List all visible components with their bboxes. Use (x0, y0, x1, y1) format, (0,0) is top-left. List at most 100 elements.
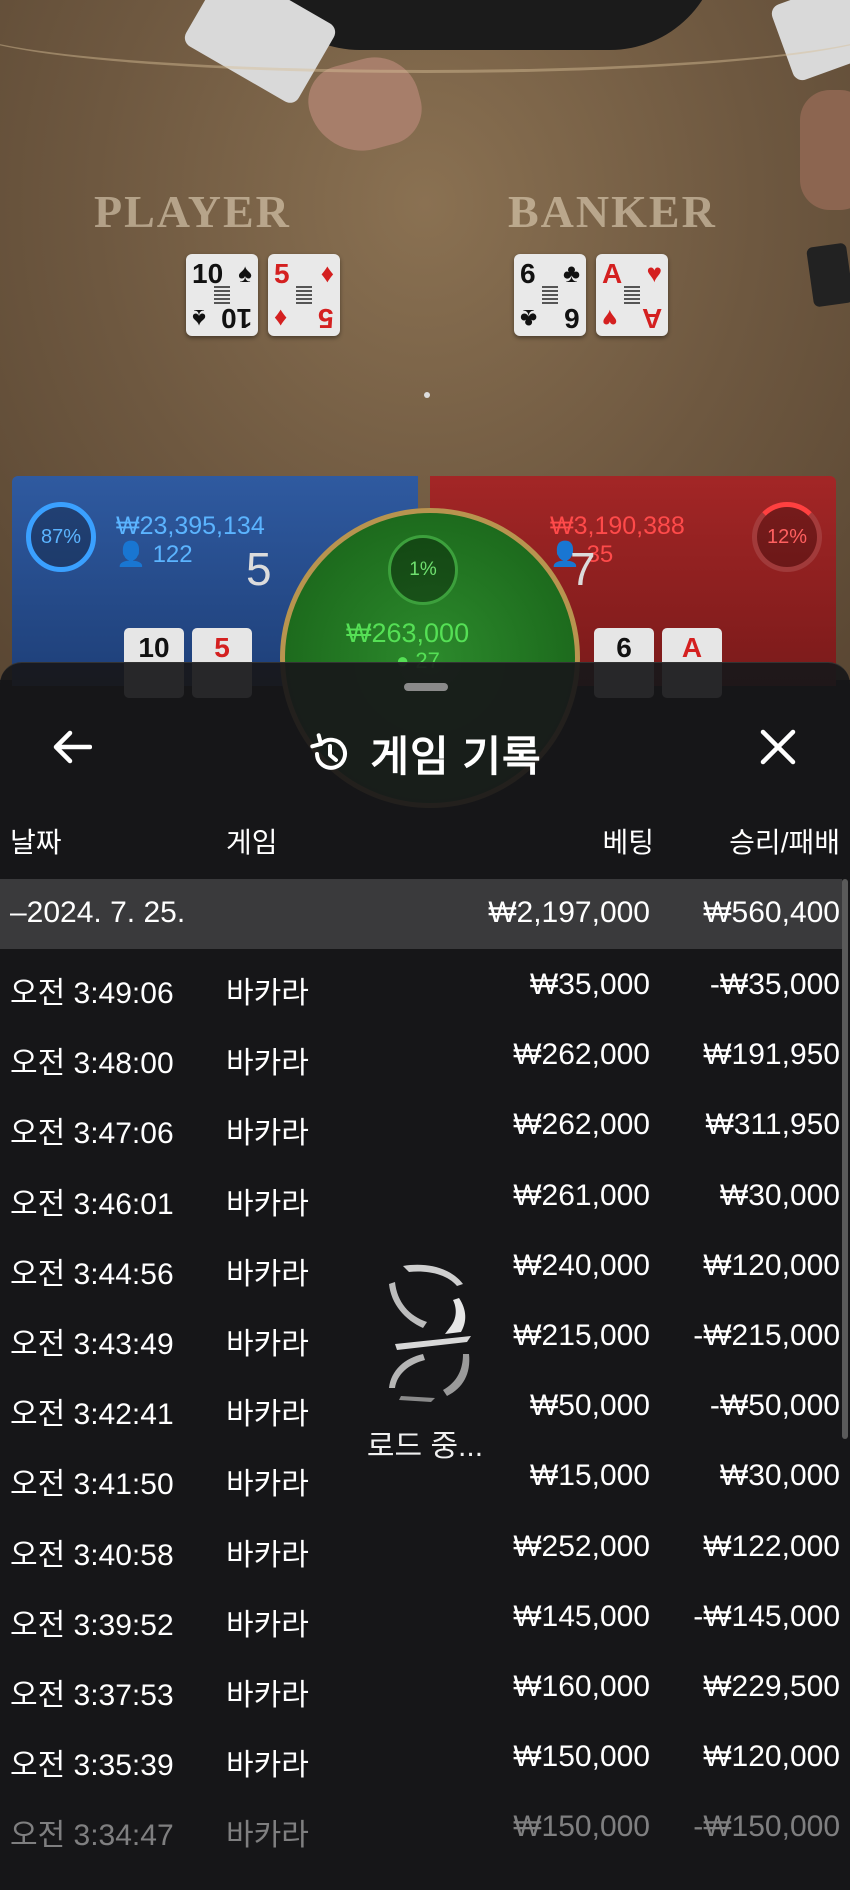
player-card: 10 ♠ 10 ♠ (186, 254, 258, 336)
table-row[interactable]: 오전 3:48:00 바카라 ₩262,000 ₩191,950 (0, 1019, 842, 1089)
row-game: 바카라 (226, 1538, 309, 1572)
card-pattern (624, 286, 640, 304)
row-game: 바카라 (226, 1327, 309, 1361)
table-row[interactable]: 오전 3:35:39 바카라 ₩150,000 ₩120,000 (0, 1721, 842, 1791)
column-header-game: 게임 (226, 827, 278, 858)
row-game: 바카라 (226, 1468, 309, 1502)
banker-card: A ♥ A ♥ (596, 254, 668, 336)
row-win-loss: ₩311,950 (705, 1108, 840, 1142)
row-game: 바카라 (226, 977, 309, 1010)
row-win-loss: ₩191,950 (703, 1038, 840, 1072)
card-rank: 6 (520, 258, 536, 289)
player-total-bet: ₩23,395,134 (116, 512, 265, 540)
column-header-win-loss: 승리/패배 (729, 827, 840, 858)
banker-label: BANKER (508, 186, 717, 237)
row-time: 오전 3:39:52 (10, 1608, 174, 1642)
row-bet: ₩240,000 (513, 1248, 650, 1282)
sheet-header: 게임 기록 (0, 723, 850, 784)
row-bet: ₩35,000 (529, 968, 650, 1001)
row-time: 오전 3:40:58 (10, 1538, 174, 1572)
loading-text: 로드 중... (366, 1430, 484, 1463)
row-win-loss: ₩122,000 (703, 1529, 840, 1563)
player-bettor-count: 👤 122 (116, 540, 193, 569)
table-row[interactable]: 오전 3:39:52 바카라 ₩145,000 -₩145,000 (0, 1581, 842, 1651)
row-time: 오전 3:43:49 (10, 1327, 174, 1361)
diamond-icon: ♦ (320, 258, 334, 288)
row-bet: ₩261,000 (513, 1178, 650, 1212)
date-group-row[interactable]: –2024. 7. 25. ₩2,197,000 ₩560,400 (0, 879, 842, 949)
card-rank: 5 (274, 258, 290, 289)
loading-spinner-icon (389, 1264, 471, 1402)
row-win-loss: ₩30,000 (719, 1178, 840, 1212)
column-header-date: 날짜 (10, 827, 62, 858)
table-rim (0, 0, 850, 73)
row-bet: ₩50,000 (529, 1389, 650, 1423)
row-win-loss: ₩30,000 (719, 1459, 840, 1493)
row-game: 바카라 (226, 1187, 309, 1221)
row-time: 오전 3:37:53 (10, 1678, 174, 1712)
row-bet: ₩15,000 (529, 1459, 650, 1493)
player-percent: 87% (40, 525, 82, 548)
row-bet: ₩145,000 (513, 1599, 650, 1633)
table-row[interactable]: 오전 3:34:47 바카라 ₩150,000 -₩150,000 (0, 1791, 842, 1861)
row-time: 오전 3:35:39 (10, 1749, 174, 1783)
history-icon (310, 732, 348, 770)
player-percent-ring: 87% (26, 502, 96, 572)
row-game: 바카라 (226, 1398, 309, 1432)
close-icon (760, 729, 796, 765)
banker-total-bet: ₩3,190,388 (550, 512, 685, 540)
row-bet: ₩252,000 (513, 1529, 650, 1563)
card-shoe (806, 242, 850, 308)
banker-score: 7 (570, 543, 596, 595)
row-bet: ₩215,000 (513, 1318, 650, 1352)
date-group-label: –2024. 7. 25. (10, 896, 186, 929)
row-game: 바카라 (226, 1047, 309, 1081)
row-bet: ₩262,000 (513, 1038, 650, 1072)
row-win-loss: -₩215,000 (693, 1318, 840, 1352)
row-game: 바카라 (226, 1117, 309, 1151)
club-icon: ♣ (520, 304, 538, 334)
table-row[interactable]: 오전 3:37:53 바카라 ₩160,000 ₩229,500 (0, 1651, 842, 1721)
heart-icon: ♥ (602, 304, 618, 334)
card-pattern (542, 286, 558, 304)
page-title: 게임 기록 (370, 733, 542, 780)
row-win-loss: -₩35,000 (709, 968, 840, 1001)
row-time: 오전 3:42:41 (10, 1398, 174, 1432)
player-label: PLAYER (94, 186, 291, 237)
spade-icon: ♠ (238, 258, 252, 288)
row-game: 바카라 (226, 1749, 309, 1783)
column-header-bet: 베팅 (602, 827, 654, 858)
row-time: 오전 3:47:06 (10, 1117, 174, 1151)
table-row[interactable]: 오전 3:49:06 바카라 ₩35,000 -₩35,000 (0, 949, 842, 1019)
date-group-win-total: ₩560,400 (703, 896, 840, 929)
row-time: 오전 3:34:47 (10, 1819, 174, 1853)
table-row[interactable]: 오전 3:47:06 바카라 ₩262,000 ₩311,950 (0, 1089, 842, 1159)
row-bet: ₩150,000 (513, 1810, 650, 1844)
card-rank: 5 (318, 303, 334, 334)
close-button[interactable] (750, 719, 806, 775)
row-time: 오전 3:48:00 (10, 1047, 174, 1081)
banker-card: 6 ♣ 6 ♣ (514, 254, 586, 336)
tie-percent-ring: 1% (388, 535, 458, 605)
diamond-icon: ♦ (274, 304, 288, 334)
banker-percent-ring: 12% (752, 502, 822, 572)
dealer-hand (800, 90, 850, 210)
card-rank: 10 (220, 303, 252, 334)
player-score: 5 (246, 543, 272, 595)
table-marker (424, 392, 430, 398)
scrollbar[interactable] (842, 879, 848, 1439)
banker-percent: 12% (766, 525, 808, 548)
table-header: 날짜 게임 베팅 승리/패배 (0, 813, 850, 873)
table-row[interactable]: 오전 3:40:58 바카라 ₩252,000 ₩122,000 (0, 1511, 842, 1581)
club-icon: ♣ (562, 258, 580, 288)
sheet-drag-handle[interactable] (404, 683, 448, 691)
table-row[interactable]: 오전 3:46:01 바카라 ₩261,000 ₩30,000 (0, 1160, 842, 1230)
row-bet: ₩150,000 (513, 1740, 650, 1774)
card-pattern (296, 286, 312, 304)
row-time: 오전 3:41:50 (10, 1468, 174, 1502)
row-game: 바카라 (226, 1678, 309, 1712)
row-game: 바카라 (226, 1257, 309, 1291)
card-rank: A (641, 303, 662, 334)
spade-icon: ♠ (192, 304, 206, 334)
row-win-loss: -₩145,000 (693, 1599, 840, 1633)
